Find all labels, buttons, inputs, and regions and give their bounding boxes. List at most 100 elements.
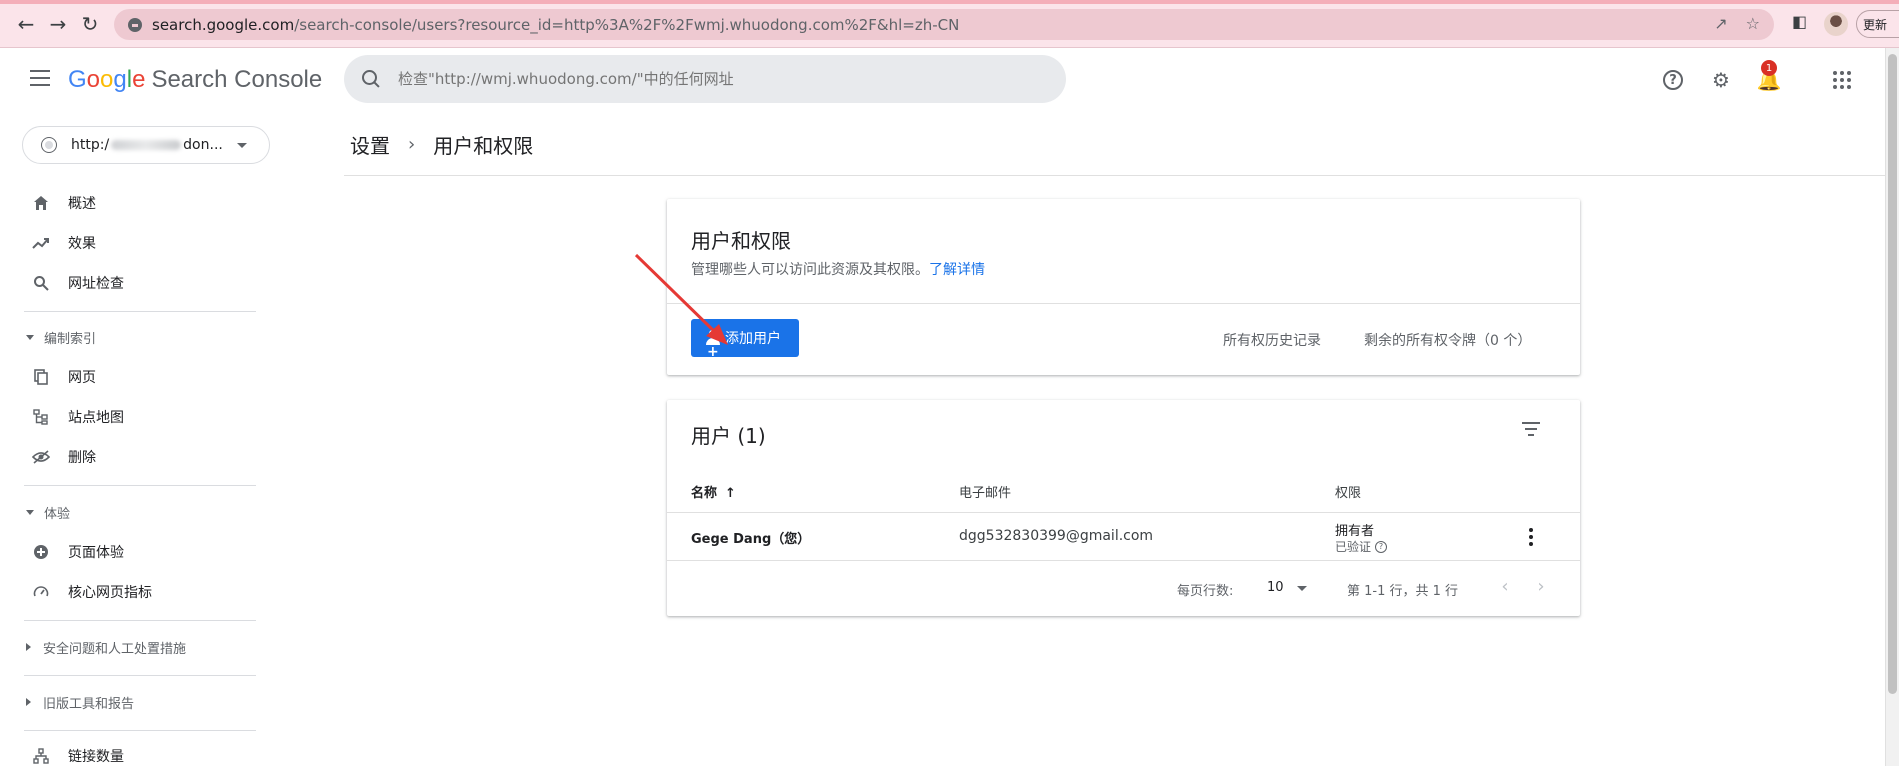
caret-right-icon	[26, 698, 31, 706]
product-name: Search Console	[151, 66, 323, 93]
sidebar-item-sitemaps[interactable]: 站点地图	[0, 397, 260, 437]
more-vert-icon[interactable]	[1529, 528, 1533, 546]
card-description: 管理哪些人可以访问此资源及其权限。了解详情	[691, 259, 985, 279]
section-label: 编制索引	[44, 331, 97, 347]
back-icon[interactable]: ←	[14, 12, 38, 36]
sidebar-item-label: 效果	[68, 236, 96, 252]
pages-icon	[32, 368, 50, 386]
scrollbar-thumb[interactable]	[1888, 54, 1897, 694]
lock-icon[interactable]	[128, 17, 142, 32]
section-label: 旧版工具和报告	[43, 696, 135, 712]
sidebar-item-performance[interactable]: 效果	[0, 223, 260, 263]
profile-avatar[interactable]	[1824, 12, 1848, 36]
sidebar-item-label: 页面体验	[68, 545, 124, 561]
sitemap-icon	[32, 408, 50, 426]
sidebar-item-overview[interactable]: 概述	[0, 183, 260, 223]
sidebar-item-pages[interactable]: 网页	[0, 357, 260, 397]
user-email: dgg532830399@gmail.com	[959, 528, 1154, 544]
sort-ascending-icon: ↑	[725, 486, 736, 501]
filter-icon[interactable]	[1522, 422, 1540, 436]
section-indexing[interactable]: 编制索引	[0, 317, 260, 357]
logo-letter: o	[100, 66, 114, 93]
column-header-name[interactable]: 名称 ↑	[691, 482, 736, 501]
column-header-permission[interactable]: 权限	[1335, 482, 1361, 501]
permissions-card: 用户和权限 管理哪些人可以访问此资源及其权限。了解详情 + 添加用户 所有权历史…	[667, 199, 1580, 375]
sidebar-item-label: 核心网页指标	[68, 585, 152, 601]
person-add-icon: +	[699, 330, 721, 360]
update-button[interactable]: 更新	[1856, 10, 1899, 38]
add-user-button[interactable]: + 添加用户	[691, 319, 799, 360]
user-name: Gege Dang（您）	[691, 532, 811, 547]
breadcrumb: 设置 › 用户和权限	[350, 130, 533, 159]
header-divider	[344, 175, 1885, 176]
previous-page-icon[interactable]: ‹	[1495, 576, 1515, 597]
search-icon	[362, 70, 380, 88]
sidebar-item-removals[interactable]: 删除	[0, 437, 260, 477]
property-selector[interactable]: http:/ don...	[22, 126, 270, 164]
sidebar-item-label: 删除	[68, 450, 96, 466]
learn-more-link[interactable]: 了解详情	[929, 262, 985, 278]
property-url-suffix: don...	[183, 137, 223, 153]
address-bar-actions: ↗ ☆	[1714, 14, 1760, 33]
rows-per-page-select[interactable]: 10	[1267, 580, 1284, 595]
search-input[interactable]	[398, 70, 998, 88]
section-label: 体验	[44, 506, 71, 522]
logo-letter: g	[113, 66, 127, 93]
caret-down-icon	[26, 509, 34, 515]
chevron-down-icon[interactable]	[1297, 586, 1307, 591]
help-icon[interactable]: ?	[1375, 540, 1388, 553]
globe-icon	[41, 137, 57, 153]
pagination-range: 第 1-1 行，共 1 行	[1347, 584, 1459, 599]
section-experience[interactable]: 体验	[0, 492, 260, 532]
users-card: 用户 (1) 名称 ↑ 电子邮件 权限 Gege Dang（您） dgg53283…	[667, 400, 1580, 616]
menu-icon[interactable]	[30, 70, 50, 86]
apps-grid-icon[interactable]	[1828, 66, 1856, 94]
manage-users-icon[interactable]: ⚙	[1707, 66, 1735, 94]
column-label: 名称	[691, 486, 718, 501]
sidebar-item-links[interactable]: 链接数量	[0, 736, 260, 766]
property-url-prefix: http:/	[71, 137, 110, 153]
logo-letter: o	[86, 66, 101, 93]
address-bar[interactable]: search.google.com/search-console/users?r…	[114, 9, 1774, 40]
status-label: 已验证	[1335, 540, 1372, 554]
caret-right-icon	[26, 643, 31, 651]
sidebar-item-page-experience[interactable]: 页面体验	[0, 532, 260, 572]
next-page-icon[interactable]: ›	[1531, 576, 1551, 597]
browser-toolbar: ← → ↻ search.google.com/search-console/u…	[0, 0, 1899, 48]
card-title: 用户和权限	[691, 229, 791, 253]
search-console-logo[interactable]: Google Search Console	[68, 66, 322, 94]
app-header: GoogleSearch Console ? ⚙ 🔔 1	[0, 48, 1885, 112]
remaining-tokens-link[interactable]: 剩余的所有权令牌（0 个）	[1364, 330, 1531, 350]
section-legacy[interactable]: 旧版工具和报告	[0, 682, 260, 722]
ownership-history-link[interactable]: 所有权历史记录	[1223, 330, 1321, 350]
sidebar-item-url-inspection[interactable]: 网址检查	[0, 263, 260, 303]
side-panel-icon[interactable]: ◧	[1792, 12, 1807, 31]
sidebar-item-core-web-vitals[interactable]: 核心网页指标	[0, 572, 260, 612]
column-header-email[interactable]: 电子邮件	[959, 482, 1011, 501]
breadcrumb-settings-link[interactable]: 设置	[350, 130, 390, 159]
links-icon	[32, 747, 50, 765]
section-security[interactable]: 安全问题和人工处置措施	[0, 627, 260, 667]
forward-icon[interactable]: →	[46, 12, 70, 36]
description-text: 管理哪些人可以访问此资源及其权限。	[691, 262, 929, 278]
share-icon[interactable]: ↗	[1714, 14, 1727, 33]
url-inspection-search[interactable]	[344, 55, 1066, 103]
search-icon	[32, 274, 50, 292]
table-divider	[667, 512, 1580, 513]
page-scrollbar[interactable]	[1885, 48, 1899, 766]
update-label: 更新	[1863, 17, 1888, 32]
sidebar-divider	[24, 620, 256, 621]
help-icon[interactable]: ?	[1659, 66, 1687, 94]
user-permission: 拥有者	[1335, 524, 1375, 539]
sidebar-divider	[24, 730, 256, 731]
url-domain: search.google.com	[152, 15, 295, 34]
logo-letter: G	[68, 66, 87, 93]
sidebar-divider	[24, 485, 256, 486]
home-icon	[32, 194, 50, 212]
reload-icon[interactable]: ↻	[78, 12, 102, 36]
visibility-off-icon	[32, 448, 50, 466]
chevron-down-icon	[237, 143, 247, 148]
sidebar-divider	[24, 675, 256, 676]
card-divider	[667, 303, 1580, 304]
bookmark-star-icon[interactable]: ☆	[1746, 14, 1760, 33]
